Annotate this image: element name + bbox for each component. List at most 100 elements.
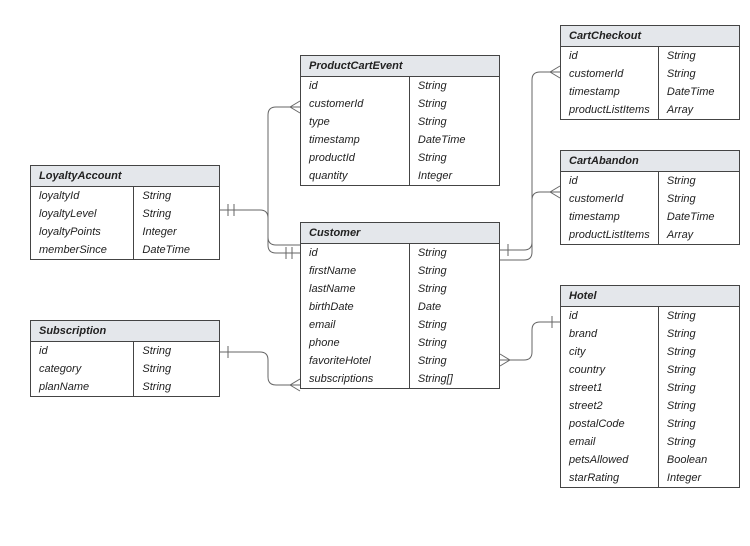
attr-type: String	[410, 77, 499, 95]
attr-row: loyaltyPointsInteger	[31, 223, 219, 241]
entity-cart-abandon: CartAbandon idString customerIdString ti…	[560, 150, 740, 245]
attr-type: String	[659, 307, 739, 325]
attr-row: subscriptionsString[]	[301, 370, 499, 388]
attr-name: timestamp	[301, 131, 410, 149]
attr-row: customerIdString	[301, 95, 499, 113]
attr-type: DateTime	[410, 131, 499, 149]
attr-name: loyaltyPoints	[31, 223, 134, 241]
attr-type: String	[410, 316, 499, 334]
attr-type: String	[659, 379, 739, 397]
attr-row: typeString	[301, 113, 499, 131]
attr-type: String	[410, 244, 499, 262]
entity-cart-checkout: CartCheckout idString customerIdString t…	[560, 25, 740, 120]
entity-title: LoyaltyAccount	[31, 166, 219, 187]
attr-row: loyaltyIdString	[31, 187, 219, 205]
attr-row: timestampDateTime	[561, 83, 739, 101]
attr-type: String	[410, 95, 499, 113]
attr-type: String	[659, 361, 739, 379]
attr-name: id	[561, 172, 659, 190]
attr-name: email	[561, 433, 659, 451]
attr-row: idString	[301, 77, 499, 95]
attr-row: timestampDateTime	[561, 208, 739, 226]
entity-hotel: Hotel idString brandString cityString co…	[560, 285, 740, 488]
attr-row: quantityInteger	[301, 167, 499, 185]
attr-type: String	[134, 205, 219, 223]
attr-name: customerId	[301, 95, 410, 113]
attr-name: loyaltyLevel	[31, 205, 134, 223]
attr-row: timestampDateTime	[301, 131, 499, 149]
attr-row: idString	[301, 244, 499, 262]
attr-row: birthDateDate	[301, 298, 499, 316]
attr-row: lastNameString	[301, 280, 499, 298]
attr-row: firstNameString	[301, 262, 499, 280]
attr-name: timestamp	[561, 83, 659, 101]
attr-row: idString	[31, 342, 219, 360]
attr-type: String	[659, 343, 739, 361]
attr-row: emailString	[561, 433, 739, 451]
attr-name: productId	[301, 149, 410, 167]
attr-type: String	[659, 325, 739, 343]
attr-name: id	[301, 77, 410, 95]
attr-row: memberSinceDateTime	[31, 241, 219, 259]
attr-row: countryString	[561, 361, 739, 379]
attr-name: brand	[561, 325, 659, 343]
attr-type: Integer	[659, 469, 739, 487]
entity-title: Hotel	[561, 286, 739, 307]
attr-name: type	[301, 113, 410, 131]
attr-row: brandString	[561, 325, 739, 343]
attr-type: String	[659, 433, 739, 451]
attr-row: productListItemsArray	[561, 226, 739, 244]
attr-row: emailString	[301, 316, 499, 334]
attr-type: String	[410, 334, 499, 352]
attr-type: DateTime	[659, 208, 739, 226]
entity-title: CartAbandon	[561, 151, 739, 172]
attr-name: subscriptions	[301, 370, 410, 388]
attr-name: firstName	[301, 262, 410, 280]
attr-type: Array	[659, 101, 739, 119]
attr-name: productListItems	[561, 226, 659, 244]
entity-product-cart-event: ProductCartEvent idString customerIdStri…	[300, 55, 500, 186]
attr-type: String[]	[410, 370, 499, 388]
attr-type: String	[134, 378, 219, 396]
attr-row: planNameString	[31, 378, 219, 396]
attr-type: Array	[659, 226, 739, 244]
attr-type: DateTime	[659, 83, 739, 101]
attr-type: String	[659, 172, 739, 190]
attr-name: productListItems	[561, 101, 659, 119]
attr-name: city	[561, 343, 659, 361]
attr-name: planName	[31, 378, 134, 396]
attr-type: String	[659, 65, 739, 83]
entity-title: CartCheckout	[561, 26, 739, 47]
attr-type: String	[659, 397, 739, 415]
attr-type: Date	[410, 298, 499, 316]
entity-subscription: Subscription idString categoryString pla…	[30, 320, 220, 397]
attr-row: categoryString	[31, 360, 219, 378]
attr-type: DateTime	[134, 241, 219, 259]
attr-type: Integer	[134, 223, 219, 241]
attr-name: street1	[561, 379, 659, 397]
attr-row: customerIdString	[561, 65, 739, 83]
attr-row: street2String	[561, 397, 739, 415]
attr-type: String	[134, 342, 219, 360]
attr-type: String	[134, 187, 219, 205]
attr-row: starRatingInteger	[561, 469, 739, 487]
attr-type: String	[659, 415, 739, 433]
entity-loyalty-account: LoyaltyAccount loyaltyIdString loyaltyLe…	[30, 165, 220, 260]
attr-name: timestamp	[561, 208, 659, 226]
attr-type: String	[410, 113, 499, 131]
attr-type: String	[410, 149, 499, 167]
attr-type: String	[659, 47, 739, 65]
attr-row: phoneString	[301, 334, 499, 352]
attr-type: String	[410, 280, 499, 298]
attr-name: birthDate	[301, 298, 410, 316]
attr-name: category	[31, 360, 134, 378]
attr-type: Integer	[410, 167, 499, 185]
entity-customer: Customer idString firstNameString lastNa…	[300, 222, 500, 389]
attr-name: customerId	[561, 65, 659, 83]
attr-name: id	[301, 244, 410, 262]
attr-name: email	[301, 316, 410, 334]
attr-type: String	[134, 360, 219, 378]
attr-type: String	[410, 262, 499, 280]
attr-name: id	[31, 342, 134, 360]
entity-title: ProductCartEvent	[301, 56, 499, 77]
